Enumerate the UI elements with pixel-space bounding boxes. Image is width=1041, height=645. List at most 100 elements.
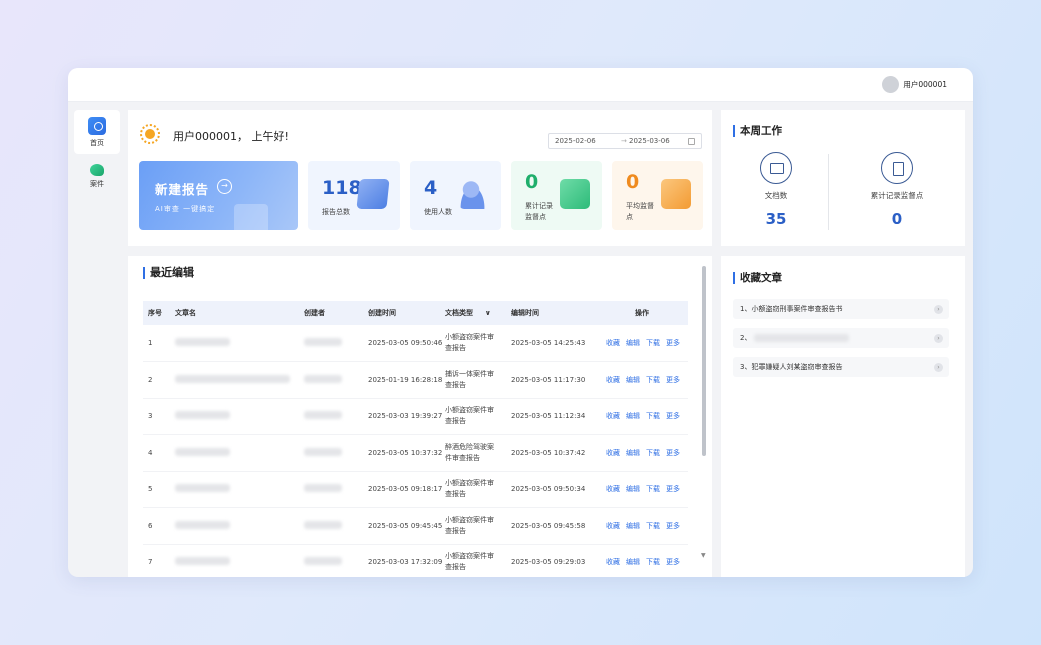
scroll-down-arrow-icon[interactable]: ▼: [701, 552, 706, 559]
doc-type-line: 查报告: [445, 490, 466, 499]
download-link[interactable]: 下载: [646, 558, 660, 566]
new-report-title: 新建报告: [155, 182, 210, 197]
cell-article-name[interactable]: [175, 361, 304, 399]
download-link[interactable]: 下载: [646, 376, 660, 384]
more-link[interactable]: 更多: [666, 485, 680, 493]
chevron-right-icon[interactable]: ›: [934, 334, 943, 343]
calendar-icon[interactable]: [688, 138, 695, 145]
column-header: 序号: [143, 301, 175, 325]
date-end[interactable]: 2025-03-06: [629, 137, 670, 145]
recent-edits-panel: 最近编辑 序号 文章名 创建者 创建时间 文档类型 ∨ 编辑时间 操作 1 202…: [128, 256, 712, 577]
collect-link[interactable]: 收藏: [606, 412, 620, 420]
cell-doc-type: 小额盗窃案件审 查报告: [445, 325, 511, 362]
cell-creator: [304, 544, 368, 577]
table-row[interactable]: 6 2025-03-05 09:45:45 小额盗窃案件审 查报告 2025-03…: [143, 507, 688, 545]
stat-value: 0: [525, 171, 539, 193]
cell-actions: 收藏 编辑 下载 更多: [596, 325, 688, 362]
cell-article-name[interactable]: [175, 325, 304, 362]
table-row[interactable]: 4 2025-03-05 10:37:32 醉酒危险驾驶案 件审查报告 2025-…: [143, 434, 688, 472]
pen-document-icon: [356, 179, 390, 209]
download-link[interactable]: 下载: [646, 485, 660, 493]
doc-type-line: 小额盗窃案件审: [445, 333, 494, 341]
download-link[interactable]: 下载: [646, 522, 660, 530]
home-icon: [88, 116, 106, 135]
user-name[interactable]: 用户000001: [903, 79, 947, 90]
favorites-panel: 收藏文章 1、小额盗窃刑事案件审查报告书 › 2、 › 3、犯罪嫌疑人刘某盗窃审…: [721, 256, 965, 577]
stat-card-supervision-total[interactable]: 0 累计记录 监督点: [511, 161, 602, 230]
weekly-work-panel: 本周工作 文档数 35 累计记录监督点 0: [721, 110, 965, 246]
report-chart-icon: [881, 152, 913, 184]
favorite-item[interactable]: 3、犯罪嫌疑人刘某盗窃审查报告 ›: [733, 357, 949, 377]
welcome-panel: 用户000001， 上午好! 2025-02-06 → 2025-03-06 新…: [128, 110, 712, 246]
column-header-label: 文档类型: [445, 309, 473, 317]
stat-card-supervision-average[interactable]: 0 平均监督点: [612, 161, 703, 230]
date-separator: →: [621, 137, 627, 145]
table-row[interactable]: 7 2025-03-03 17:32:09 小额盗窃案件审 查报告 2025-03…: [143, 544, 688, 577]
redacted-text: [175, 411, 230, 420]
weekly-label: 文档数: [764, 191, 788, 200]
new-report-button[interactable]: 新建报告 → AI审查 一键搞定: [139, 161, 298, 230]
table-row[interactable]: 1 2025-03-05 09:50:46 小额盗窃案件审 查报告 2025-03…: [143, 325, 688, 362]
stat-card-report-total[interactable]: 118 报告总数: [308, 161, 400, 230]
clipboard-icon: [661, 179, 691, 209]
cell-article-name[interactable]: [175, 544, 304, 577]
collect-link[interactable]: 收藏: [606, 339, 620, 347]
column-header-type[interactable]: 文档类型 ∨: [445, 301, 511, 325]
divider: [828, 154, 829, 230]
redacted-text: [304, 447, 342, 456]
download-link[interactable]: 下载: [646, 412, 660, 420]
stat-card-user-count[interactable]: 4 使用人数: [410, 161, 501, 230]
chevron-right-icon[interactable]: ›: [934, 363, 943, 372]
download-link[interactable]: 下载: [646, 339, 660, 347]
cell-article-name[interactable]: [175, 471, 304, 508]
filter-chevron-icon[interactable]: ∨: [485, 309, 491, 317]
table-header-row: 序号 文章名 创建者 创建时间 文档类型 ∨ 编辑时间 操作: [143, 301, 688, 325]
more-link[interactable]: 更多: [666, 412, 680, 420]
recent-edits-table: 序号 文章名 创建者 创建时间 文档类型 ∨ 编辑时间 操作 1 2025-03-…: [143, 301, 688, 577]
stat-label: 使用人数: [424, 208, 452, 216]
new-report-subtitle: AI审查 一键搞定: [155, 205, 216, 213]
sidebar-item-cases[interactable]: 案件: [74, 154, 120, 198]
more-link[interactable]: 更多: [666, 558, 680, 566]
edit-link[interactable]: 编辑: [626, 376, 640, 384]
more-link[interactable]: 更多: [666, 449, 680, 457]
cell-article-name[interactable]: [175, 507, 304, 545]
collect-link[interactable]: 收藏: [606, 449, 620, 457]
edit-link[interactable]: 编辑: [626, 449, 640, 457]
edit-link[interactable]: 编辑: [626, 485, 640, 493]
cell-actions: 收藏 编辑 下载 更多: [596, 398, 688, 435]
column-header: 创建时间: [368, 301, 445, 325]
more-link[interactable]: 更多: [666, 376, 680, 384]
scrollbar[interactable]: [702, 266, 706, 456]
cell-article-name[interactable]: [175, 434, 304, 472]
edit-link[interactable]: 编辑: [626, 412, 640, 420]
collect-link[interactable]: 收藏: [606, 485, 620, 493]
table-row[interactable]: 5 2025-03-05 09:18:17 小额盗窃案件审 查报告 2025-03…: [143, 471, 688, 508]
sidebar-item-label: 首页: [90, 138, 104, 147]
sidebar-item-home[interactable]: 首页: [74, 110, 120, 154]
favorite-item[interactable]: 2、 ›: [733, 328, 949, 348]
edit-link[interactable]: 编辑: [626, 339, 640, 347]
collect-link[interactable]: 收藏: [606, 376, 620, 384]
more-link[interactable]: 更多: [666, 339, 680, 347]
edit-link[interactable]: 编辑: [626, 522, 640, 530]
date-range-picker[interactable]: 2025-02-06 → 2025-03-06: [548, 133, 702, 149]
favorite-item[interactable]: 1、小额盗窃刑事案件审查报告书 ›: [733, 299, 949, 319]
edit-link[interactable]: 编辑: [626, 558, 640, 566]
download-link[interactable]: 下载: [646, 449, 660, 457]
avatar[interactable]: [882, 76, 900, 93]
more-link[interactable]: 更多: [666, 522, 680, 530]
collect-link[interactable]: 收藏: [606, 522, 620, 530]
cell-article-name[interactable]: [175, 398, 304, 435]
redacted-text: [304, 484, 342, 493]
redacted-text: [175, 520, 230, 529]
date-start[interactable]: 2025-02-06: [555, 137, 596, 145]
collect-link[interactable]: 收藏: [606, 558, 620, 566]
cell-edited-time: 2025-03-05 11:17:30: [511, 361, 596, 399]
chevron-right-icon[interactable]: ›: [934, 305, 943, 314]
table-row[interactable]: 3 2025-03-03 19:39:27 小额盗窃案件审 查报告 2025-03…: [143, 398, 688, 435]
table-row[interactable]: 2 2025-01-19 16:28:18 捕诉一体案件审 查报告 2025-03…: [143, 361, 688, 399]
user-menu[interactable]: 用户000001: [882, 76, 947, 93]
cell-index: 3: [143, 398, 175, 435]
cell-edited-time: 2025-03-05 09:50:34: [511, 471, 596, 508]
